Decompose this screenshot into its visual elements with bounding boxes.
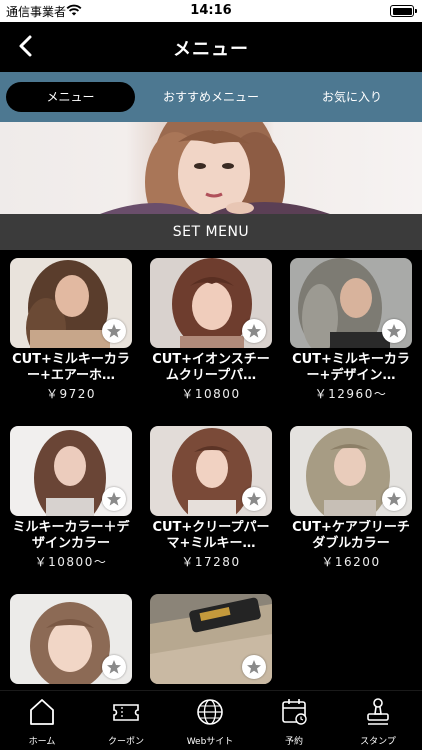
favorite-star-button[interactable]: [242, 487, 266, 511]
menu-photo: [10, 258, 132, 348]
star-icon: [247, 660, 261, 674]
home-icon: [30, 699, 54, 725]
menu-photo: [10, 594, 132, 684]
banner-image: [0, 122, 422, 214]
tabbar-reservation[interactable]: 予約: [252, 691, 336, 750]
menu-price: ￥17280: [181, 555, 241, 569]
tab-favorites[interactable]: お気に入り: [287, 82, 417, 112]
tabbar-home[interactable]: ホーム: [0, 691, 84, 750]
favorite-star-button[interactable]: [102, 319, 126, 343]
menu-card[interactable]: CUT+イオンスチームクリープパ… ￥10800: [150, 258, 272, 401]
bottom-tab-bar: ホーム クーポン Webサイト 予約 スタンプ: [0, 690, 422, 750]
menu-photo: [150, 594, 272, 684]
banner-model-photo: [100, 122, 330, 214]
favorite-star-button[interactable]: [382, 319, 406, 343]
tab-menu[interactable]: メニュー: [6, 82, 135, 112]
navigation-bar: メニュー: [0, 22, 422, 72]
coupon-icon: [113, 704, 139, 721]
menu-price: ￥10800〜: [34, 555, 108, 569]
menu-price: ￥10800: [181, 387, 241, 401]
star-icon: [107, 492, 121, 506]
tabbar-website[interactable]: Webサイト: [168, 691, 252, 750]
menu-price: ￥9720: [45, 387, 97, 401]
menu-photo: [290, 258, 412, 348]
section-header: SET MENU: [0, 214, 422, 250]
tab-recommended-menu[interactable]: おすすめメニュー: [146, 82, 276, 112]
menu-name: CUT+ケアブリーチダブルカラー: [292, 520, 410, 551]
star-icon: [107, 660, 121, 674]
star-icon: [107, 324, 121, 338]
menu-card[interactable]: CUT+ミルキーカラー+デザイン… ￥12960〜: [290, 258, 412, 401]
favorite-star-button[interactable]: [102, 655, 126, 679]
menu-name: CUT+クリープパーマ+ミルキー…: [152, 520, 270, 551]
menu-card[interactable]: CUT+ミルキーカラー+エアーホ… ￥9720: [10, 258, 132, 401]
calendar-icon: [282, 699, 307, 725]
status-bar: 通信事業者 14:16: [0, 0, 422, 22]
menu-photo: [290, 426, 412, 516]
tabbar-label: 予約: [284, 737, 303, 747]
menu-price: ￥16200: [321, 555, 381, 569]
menu-card[interactable]: CUT+クリープパーマ+ミルキー… ￥17280: [150, 426, 272, 569]
menu-name: ミルキーカラー＋デザインカラー: [12, 520, 130, 551]
stamp-icon: [367, 698, 389, 725]
battery-icon: [390, 5, 417, 17]
clock: 14:16: [190, 3, 232, 18]
tabbar-label: ホーム: [28, 737, 56, 747]
favorite-star-button[interactable]: [242, 319, 266, 343]
menu-card[interactable]: CUT+ケアブリーチダブルカラー ￥16200: [290, 426, 412, 569]
menu-price: ￥12960〜: [314, 387, 388, 401]
menu-photo: [150, 426, 272, 516]
menu-photo: [10, 426, 132, 516]
favorite-star-button[interactable]: [382, 487, 406, 511]
menu-card[interactable]: ミルキーカラー＋デザインカラー ￥10800〜: [10, 426, 132, 569]
star-icon: [387, 324, 401, 338]
globe-icon: [197, 699, 223, 725]
tabbar-label: スタンプ: [360, 737, 396, 747]
tabbar-label: Webサイト: [186, 737, 234, 747]
tabbar-stamp[interactable]: スタンプ: [336, 691, 420, 750]
menu-grid: CUT+ミルキーカラー+エアーホ… ￥9720 CUT+イオンスチームクリープパ…: [0, 250, 422, 690]
star-icon: [247, 492, 261, 506]
favorite-star-button[interactable]: [102, 487, 126, 511]
page-title: メニュー: [173, 39, 249, 60]
tabbar-label: クーポン: [107, 737, 144, 747]
star-icon: [247, 324, 261, 338]
menu-photo: [150, 258, 272, 348]
menu-name: CUT+イオンスチームクリープパ…: [152, 352, 270, 383]
tab-band: メニュー おすすめメニュー お気に入り: [0, 72, 422, 122]
favorite-star-button[interactable]: [242, 655, 266, 679]
tabbar-coupon[interactable]: クーポン: [84, 691, 168, 750]
menu-name: CUT+ミルキーカラー+エアーホ…: [12, 352, 130, 383]
menu-name: CUT+ミルキーカラー+デザイン…: [292, 352, 410, 383]
menu-card[interactable]: [150, 594, 272, 690]
star-icon: [387, 492, 401, 506]
menu-card[interactable]: [10, 594, 132, 690]
